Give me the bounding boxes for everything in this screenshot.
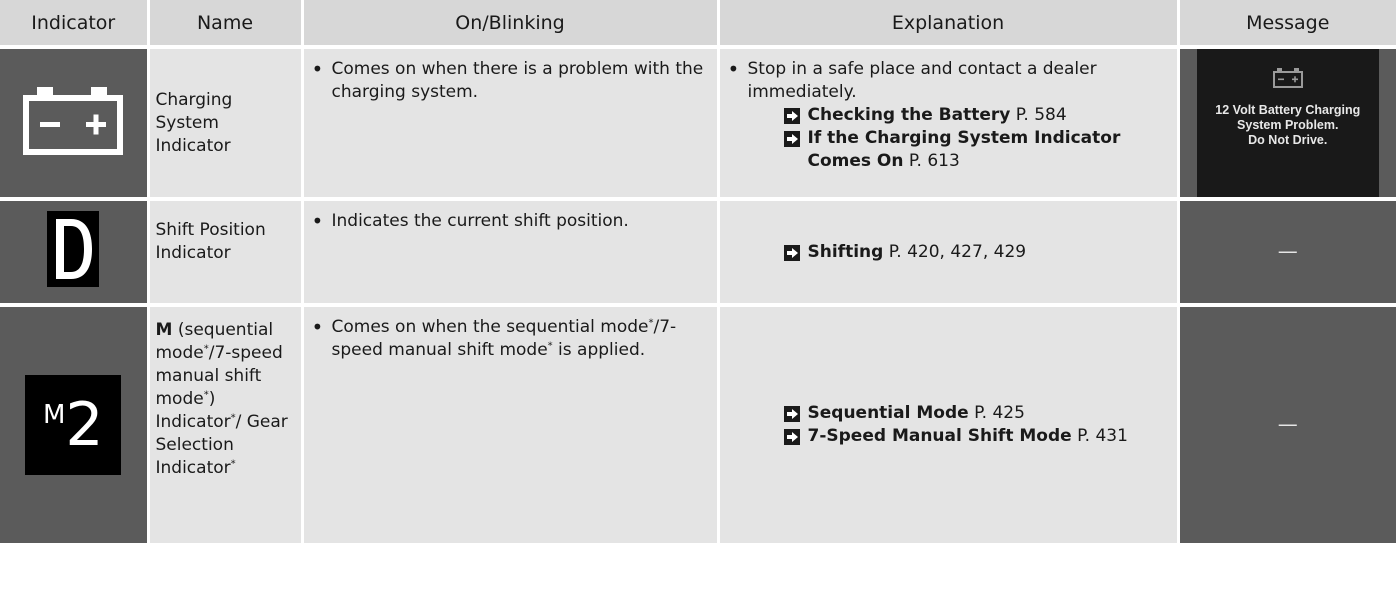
name-cell: M (sequential mode*/7-speed manual shift… <box>148 303 304 543</box>
explanation-cell: Shifting P. 420, 427, 429 <box>718 197 1180 305</box>
reference-page: P. 584 <box>1015 105 1067 125</box>
reference-page: P. 420, 427, 429 <box>888 241 1027 262</box>
table-row: M2 M (sequential mode*/7-speed manual sh… <box>0 303 1396 543</box>
reference-title: Sequential Mode <box>807 403 969 423</box>
indicator-cell <box>0 45 150 199</box>
indicator-table: Indicator Name On/Blinking Explanation M… <box>0 0 1396 543</box>
reference-page: P. 613 <box>908 151 960 171</box>
on-blinking-text: Comes on when there is a problem with th… <box>310 58 711 104</box>
message-line: 12 Volt Battery Charging <box>1215 103 1361 117</box>
on-blinking-cell: Comes on when there is a problem with th… <box>302 45 720 199</box>
indicator-name: Charging System Indicator <box>155 89 233 156</box>
gear-selection-m2-icon: M2 <box>25 375 122 475</box>
reference-link[interactable]: If the Charging System Indicator Comes O… <box>783 127 1171 173</box>
reference-list: Shifting P. 420, 427, 429 <box>726 241 1171 264</box>
message-line: Do Not Drive. <box>1248 133 1328 147</box>
name-cell: Charging System Indicator <box>148 45 304 199</box>
arrow-right-icon <box>783 244 800 261</box>
on-blinking-text: Comes on when the sequential mode*/7-spe… <box>310 316 711 362</box>
reference-title: Checking the Battery <box>807 105 1011 125</box>
arrow-right-icon <box>783 108 800 124</box>
reference-page: P. 431 <box>1077 426 1128 446</box>
battery-charging-icon <box>23 86 124 155</box>
explanation-cell: Sequential Mode P. 425 7-Speed Manual Sh… <box>718 303 1180 543</box>
table-row: Shift Position Indicator Indicates the c… <box>0 197 1396 305</box>
table-row: Charging System Indicator Comes on when … <box>0 45 1396 199</box>
on-blinking-cell: Indicates the current shift position. <box>302 197 720 305</box>
header-name: Name <box>148 0 304 47</box>
on-blinking-text: Indicates the current shift position. <box>310 210 711 233</box>
message-cell: — <box>1178 303 1396 543</box>
explanation-cell: Stop in a safe place and contact a deale… <box>718 45 1180 199</box>
message-none: — <box>1277 238 1298 263</box>
reference-link[interactable]: 7-Speed Manual Shift Mode P. 431 <box>783 425 1171 448</box>
reference-title: If the Charging System Indicator Comes O… <box>807 128 1121 171</box>
indicator-name: M (sequential mode*/7-speed manual shift… <box>155 320 288 478</box>
header-message: Message <box>1178 0 1396 47</box>
shift-position-d-icon <box>47 210 100 287</box>
indicator-cell: M2 <box>0 303 150 543</box>
reference-page: P. 425 <box>974 403 1025 423</box>
reference-list: Sequential Mode P. 425 7-Speed Manual Sh… <box>726 402 1171 448</box>
header-on-blinking: On/Blinking <box>302 0 720 47</box>
reference-title: Shifting <box>807 241 884 262</box>
on-blinking-cell: Comes on when the sequential mode*/7-spe… <box>302 303 720 543</box>
reference-link[interactable]: Checking the Battery P. 584 <box>783 104 1171 127</box>
battery-icon <box>1272 68 1303 88</box>
message-line: System Problem. <box>1237 118 1339 132</box>
arrow-right-icon <box>783 406 800 422</box>
message-cell: 12 Volt Battery Charging System Problem.… <box>1178 45 1396 199</box>
arrow-right-icon <box>783 131 800 147</box>
message-display: 12 Volt Battery Charging System Problem.… <box>1196 49 1379 197</box>
reference-list: Checking the Battery P. 584 If the Charg… <box>726 104 1171 173</box>
header-explanation: Explanation <box>718 0 1180 47</box>
reference-link[interactable]: Shifting P. 420, 427, 429 <box>783 241 1171 264</box>
header-indicator: Indicator <box>0 0 150 47</box>
explanation-text: Stop in a safe place and contact a deale… <box>726 58 1171 104</box>
message-none: — <box>1277 411 1298 436</box>
reference-title: 7-Speed Manual Shift Mode <box>807 426 1072 446</box>
reference-link[interactable]: Sequential Mode P. 425 <box>783 402 1171 425</box>
table-header-row: Indicator Name On/Blinking Explanation M… <box>0 0 1396 47</box>
message-cell: — <box>1178 197 1396 305</box>
name-cell: Shift Position Indicator <box>148 197 304 305</box>
indicator-name: Shift Position Indicator <box>155 220 266 263</box>
arrow-right-icon <box>783 429 800 445</box>
indicator-cell <box>0 197 150 305</box>
